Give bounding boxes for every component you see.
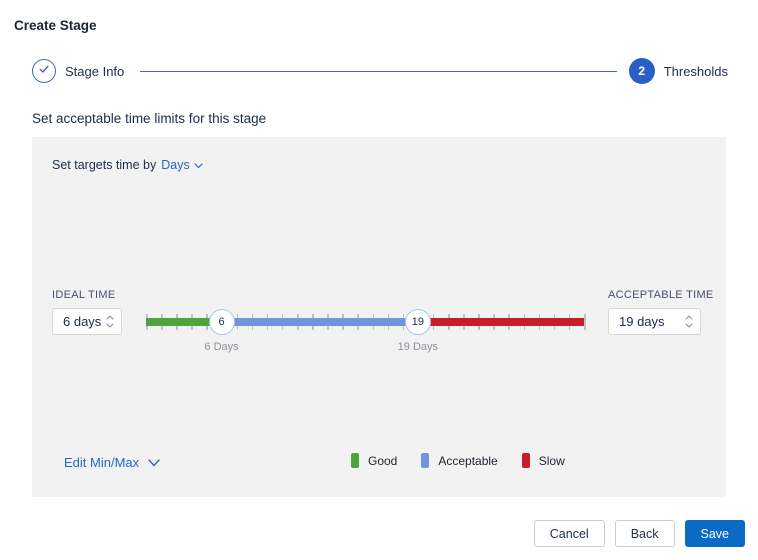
cancel-button[interactable]: Cancel [533, 520, 605, 547]
ideal-time-stepper [106, 315, 114, 328]
create-stage-dialog: Create Stage Stage Info 2 Thresholds Set… [0, 0, 758, 560]
time-unit-value: Days [161, 158, 190, 172]
stepper: Stage Info 2 Thresholds [32, 57, 728, 85]
edit-minmax-link[interactable]: Edit Min/Max [64, 455, 160, 470]
ideal-time-input[interactable] [63, 314, 102, 329]
good-swatch [351, 453, 359, 468]
step-number: 2 [638, 64, 646, 78]
step-label-stage-info: Stage Info [65, 63, 125, 79]
stepper-connector-line [140, 70, 617, 72]
spinner-down-icon[interactable] [106, 323, 114, 328]
slider-handle-label: 6 Days [204, 341, 239, 353]
acceptable-time-input[interactable] [619, 314, 681, 329]
slider-segment-slow [417, 318, 584, 326]
spinner-up-icon[interactable] [106, 315, 114, 320]
acceptable-time-group: ACCEPTABLE TIME [608, 289, 714, 335]
ideal-time-field [52, 308, 122, 335]
panel-subtitle: Set acceptable time limits for this stag… [32, 111, 267, 126]
acceptable-time-field [608, 308, 701, 335]
acceptable-time-stepper [685, 315, 693, 328]
footer-actions: Cancel Back Save [533, 520, 745, 547]
slider-segment-acceptable [221, 318, 418, 326]
legend-label: Slow [538, 453, 565, 468]
legend-item-slow: Slow [521, 453, 565, 468]
target-time-prefix: Set targets time by [52, 158, 157, 172]
slider-handle-label: 19 Days [397, 341, 439, 353]
slider-track[interactable]: 6 6 Days 19 19 Days [146, 306, 586, 353]
check-icon [38, 62, 50, 80]
slow-swatch [521, 453, 530, 468]
spinner-down-icon[interactable] [685, 323, 693, 328]
thresholds-panel: Set targets time by Days IDEAL TIME 6 da… [32, 137, 726, 497]
edit-minmax-label: Edit Min/Max [64, 455, 140, 470]
slider-legend: Good Acceptable Slow [351, 453, 589, 468]
ideal-time-group: IDEAL TIME [52, 289, 122, 335]
ideal-time-label: IDEAL TIME [52, 289, 116, 301]
slider-handle[interactable]: 19 [404, 309, 431, 335]
legend-label: Acceptable [438, 453, 498, 468]
save-button[interactable]: Save [684, 520, 745, 547]
chevron-down-icon [194, 158, 203, 172]
acceptable-swatch [421, 453, 430, 468]
page-title: Create Stage [14, 18, 97, 33]
chevron-down-icon [148, 455, 160, 470]
time-unit-dropdown[interactable]: Days [161, 158, 203, 172]
target-time-row: Set targets time by Days [52, 158, 203, 172]
slider-handle[interactable]: 6 [208, 309, 235, 335]
step-active-circle: 2 [628, 58, 655, 84]
legend-item-good: Good [351, 453, 397, 468]
slider-tick [584, 314, 586, 330]
back-button[interactable]: Back [614, 520, 675, 547]
spinner-up-icon[interactable] [685, 315, 693, 320]
legend-item-acceptable: Acceptable [421, 453, 498, 468]
step-complete-circle [32, 59, 56, 83]
acceptable-time-label: ACCEPTABLE TIME [608, 289, 714, 301]
step-label-thresholds: Thresholds [663, 63, 728, 79]
stepper-step-stage-info[interactable]: Stage Info [32, 59, 124, 83]
legend-label: Good [368, 453, 398, 468]
stepper-step-thresholds[interactable]: 2 Thresholds [628, 58, 728, 84]
